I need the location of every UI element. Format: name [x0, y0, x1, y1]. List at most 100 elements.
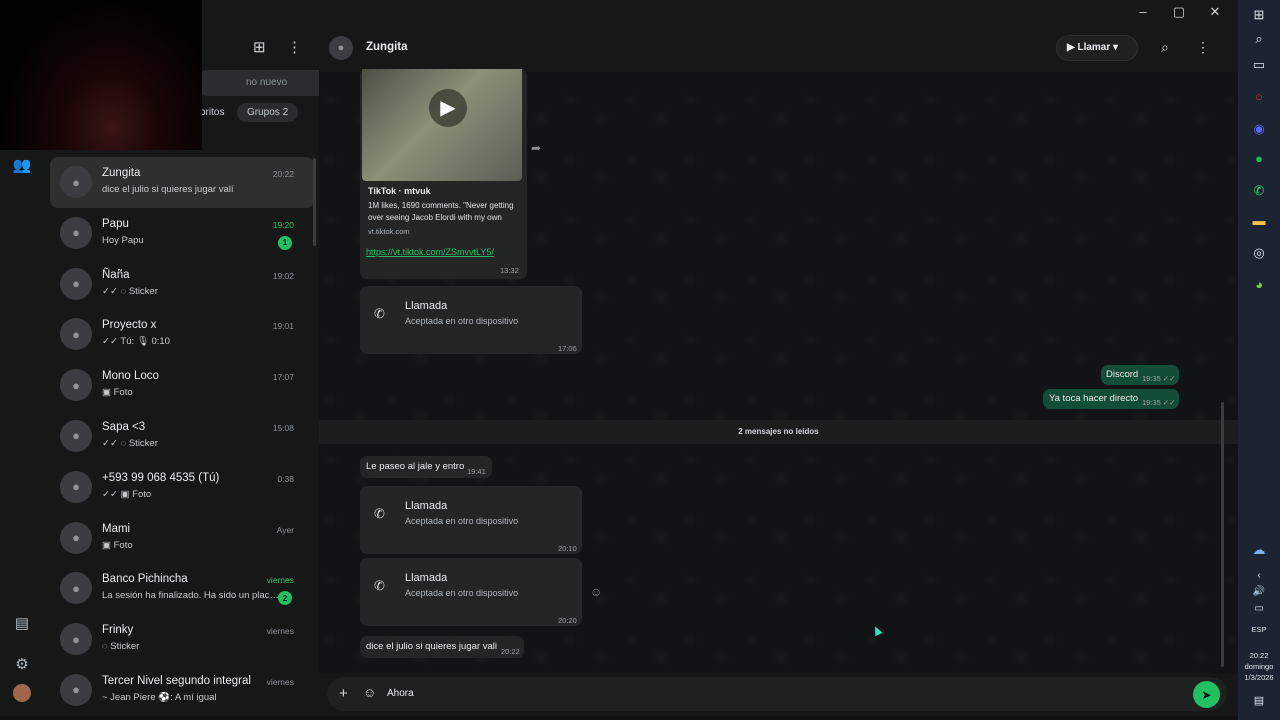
avatar: ● [60, 521, 92, 554]
link-url[interactable]: https://vt.tiktok.com/ZSmvvtLY5/ [366, 247, 494, 257]
link-description: 1M likes, 1690 comments. "Never getting … [368, 201, 514, 222]
conversation-scrollbar[interactable] [1221, 402, 1224, 667]
chat-list-item[interactable]: ● Mono Loco ▣ Foto 17:07 [50, 360, 314, 411]
communities-icon[interactable]: 👥 [12, 156, 32, 176]
mic-volume-icon[interactable]: 🔊 [1250, 586, 1268, 604]
start-icon[interactable]: ⊞ [1250, 7, 1268, 25]
video-thumbnail[interactable]: ▶ [362, 69, 522, 181]
chat-name: Proyecto x [102, 319, 157, 332]
onedrive-icon[interactable]: ☁ [1250, 542, 1268, 560]
message-time: 20:10 [558, 544, 577, 553]
chat-preview: ✓✓ ◌ Sticker [102, 285, 158, 297]
chat-list-item[interactable]: ● Sapa <3 ✓✓ ◌ Sticker 15:08 [50, 411, 314, 462]
chat-list-item[interactable]: ● Tercer Nivel segundo integral ~ Jean Pie… [50, 665, 314, 716]
link-preview-message[interactable]: ▶ TikTok · mtvuk 1M likes, 1690 comments… [360, 69, 527, 279]
chat-name: Tercer Nivel segundo integral [102, 674, 251, 687]
message-time: 19:41 [467, 467, 486, 476]
outgoing-message[interactable]: Ya toca hacer directo 19:35 ✓✓ [1043, 389, 1179, 409]
task-view-icon[interactable]: ▭ [1250, 57, 1268, 75]
reaction-icon[interactable]: ☺ [590, 585, 602, 599]
menu-icon[interactable]: ⋮ [1196, 39, 1210, 56]
chat-preview: ✓✓ ◌ Sticker [102, 437, 158, 449]
call-message[interactable]: ✆ Llamada Aceptada en otro dispositivo 2… [360, 558, 582, 626]
search-icon[interactable]: ⌕ [1161, 39, 1169, 56]
chat-list-item[interactable]: ● +593 99 068 4535 (Tú) ✓✓ ▣ Foto 0:38 [50, 462, 314, 513]
incoming-message[interactable]: dice el julio si quieres jugar vali 20:2… [360, 636, 524, 658]
chat-time: viernes [266, 575, 294, 586]
call-button-label: Llamar [1077, 42, 1111, 53]
chat-preview: dice el julio si quieres jugar valí [102, 184, 234, 195]
chat-list-item[interactable]: ● Papu Hoy Papu 19:20 1 [50, 208, 314, 259]
profile-avatar[interactable] [13, 684, 31, 702]
language-indicator[interactable]: ESP [1238, 625, 1280, 634]
avatar: ● [60, 318, 92, 351]
media-gallery-icon[interactable]: ▤ [12, 614, 32, 634]
call-button[interactable]: ▶ Llamar ▾ [1056, 35, 1138, 61]
chat-name: Mami [102, 522, 131, 535]
avatar: ● [60, 623, 92, 656]
file-explorer-icon[interactable]: ▬ [1250, 213, 1268, 231]
chat-time: viernes [266, 676, 294, 687]
chat-list-item[interactable]: ● Proyecto x ✓✓ Tú: 🎙 0:10 19:01 [50, 309, 314, 360]
chat-time: 19:20 [272, 219, 294, 230]
chat-list-item[interactable]: ● Frinky ◌ Sticker viernes [50, 614, 314, 665]
call-status: Aceptada en otro dispositivo [405, 588, 519, 598]
whatsapp-icon[interactable]: ✆ [1250, 183, 1268, 201]
app-icon[interactable]: ◕ [1250, 277, 1268, 295]
message-time: 19:35 ✓✓ [1142, 398, 1176, 407]
chat-preview: ◌ Sticker [102, 641, 140, 653]
call-title: Llamada [405, 500, 448, 512]
notifications-icon[interactable]: ▤ [1250, 694, 1268, 712]
whatsapp-window: – ▢ ✕ 👥 ▤ ⚙ ⊞ ⋮ no nuevo oritos Grupos 2… [0, 0, 1238, 716]
attach-icon[interactable]: + [339, 685, 348, 702]
obs-icon[interactable]: ◎ [1250, 245, 1268, 263]
clock-time[interactable]: 20:22 [1238, 651, 1280, 660]
spotify-icon[interactable]: ● [1250, 151, 1268, 169]
message-input[interactable]: Ahora [387, 688, 414, 699]
incoming-message[interactable]: Le paseo al jale y entro 19:41 [360, 456, 492, 478]
menu-icon[interactable]: ⋮ [287, 38, 302, 56]
outgoing-message[interactable]: Discord 19:35 ✓✓ [1101, 365, 1179, 385]
avatar: ● [60, 419, 92, 452]
forward-icon[interactable]: ➦ [531, 141, 541, 155]
chat-name: Mono Loco [102, 370, 159, 383]
network-icon[interactable]: ▭ [1250, 603, 1268, 621]
chat-list-item[interactable]: ● Ñaña ✓✓ ◌ Sticker 19:02 [50, 259, 314, 310]
avatar: ● [60, 216, 92, 249]
emoji-icon[interactable]: ☺ [363, 685, 376, 700]
call-title: Llamada [405, 572, 448, 584]
minimize-button[interactable]: – [1136, 4, 1150, 20]
filter-groups[interactable]: Grupos 2 [237, 103, 299, 122]
chat-list-item[interactable]: ● Zungita dice el julio si quieres jugar v… [50, 157, 314, 208]
avatar: ● [60, 267, 92, 300]
call-status: Aceptada en otro dispositivo [405, 316, 519, 326]
call-message[interactable]: ✆ Llamada Aceptada en otro dispositivo 2… [360, 486, 582, 554]
close-button[interactable]: ✕ [1208, 4, 1222, 20]
message-text: dice el julio si quieres jugar vali [366, 641, 497, 652]
new-chat-icon[interactable]: ⊞ [253, 38, 266, 56]
conversation-panel: ● Zungita ▶ Llamar ▾ ⌕ ⋮ ▶ TikTok · mtvu… [319, 22, 1238, 716]
send-icon[interactable]: ➤ [1193, 681, 1220, 708]
discord-icon[interactable]: ◉ [1250, 121, 1268, 139]
opera-icon[interactable]: ○ [1250, 89, 1268, 107]
call-message[interactable]: ✆ Llamada Aceptada en otro dispositivo 1… [360, 286, 582, 354]
chat-list-item[interactable]: ● Banco Pichincha La sesión ha finalizado.… [50, 563, 314, 614]
chat-list-item[interactable]: ● Mami ▣ Foto Ayer [50, 513, 314, 564]
chat-name: Papu [102, 217, 129, 230]
webcam-overlay [0, 0, 202, 150]
settings-icon[interactable]: ⚙ [12, 655, 32, 675]
chat-time: Ayer [276, 524, 294, 535]
chat-preview: ✓✓ ▣ Foto [102, 488, 152, 500]
contact-avatar-icon[interactable]: ● [329, 36, 353, 60]
composer: + ☺ Ahora ➤ [319, 674, 1238, 716]
chat-preview: ~ Jean Piere ⚽: A mí igual [102, 691, 217, 703]
chat-list-scrollbar[interactable] [313, 158, 316, 246]
avatar: ● [60, 470, 92, 503]
play-icon[interactable]: ▶ [429, 89, 467, 127]
message-time: 13:32 [500, 266, 519, 275]
maximize-button[interactable]: ▢ [1172, 4, 1186, 20]
chat-time: 19:02 [272, 270, 294, 281]
search-icon[interactable]: ⌕ [1250, 31, 1268, 49]
chat-time: viernes [266, 626, 294, 637]
contact-name[interactable]: Zungita [366, 41, 408, 53]
